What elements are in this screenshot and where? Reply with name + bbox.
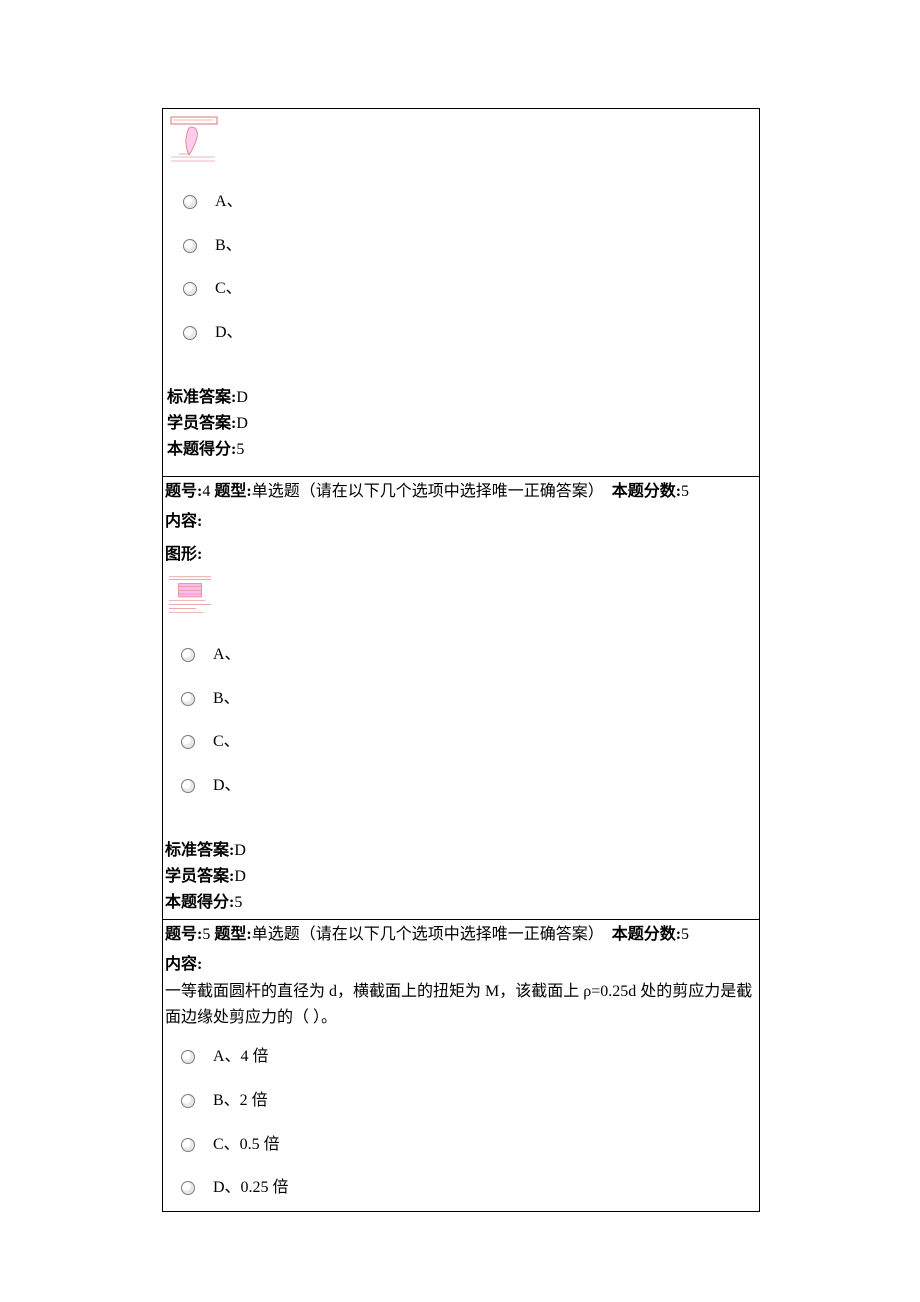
option-a[interactable]: A、4 倍 — [181, 1044, 757, 1070]
question-3-answers: 标准答案:D 学员答案:D 本题得分:5 — [165, 365, 757, 466]
q5-num-label: 题号: — [165, 926, 202, 943]
q4-points-label: 本题分数: — [612, 483, 681, 500]
radio-icon — [181, 779, 195, 793]
question-4-options: A、 B、 C、 D、 — [163, 626, 759, 818]
question-4-header: 题号:4 题型:单选题（请在以下几个选项中选择唯一正确答案） 本题分数:5 — [163, 477, 759, 507]
q4-num: 4 — [202, 483, 210, 500]
option-a-label: A、4 倍 — [213, 1044, 757, 1070]
question-3-figure — [165, 113, 757, 173]
option-d[interactable]: D、 — [181, 773, 757, 799]
student-answer-label: 学员答案: — [167, 415, 236, 432]
q5-points-label: 本题分数: — [612, 926, 681, 943]
radio-icon — [181, 648, 195, 662]
student-answer-value: D — [236, 415, 248, 432]
q5-type-label: 题型: — [214, 926, 251, 943]
option-b-label: B、 — [215, 233, 755, 259]
radio-icon — [181, 1094, 195, 1108]
student-answer-value: D — [234, 868, 246, 885]
question-5-header: 题号:5 题型:单选题（请在以下几个选项中选择唯一正确答案） 本题分数:5 — [163, 920, 759, 950]
question-4-figure — [163, 570, 759, 626]
std-answer-label: 标准答案: — [167, 389, 236, 406]
q4-type: 单选题（请在以下几个选项中选择唯一正确答案） — [252, 483, 604, 500]
radio-icon — [181, 1050, 195, 1064]
option-d-label: D、 — [215, 320, 755, 346]
radio-icon — [181, 735, 195, 749]
question-4-answers: 标准答案:D 学员答案:D 本题得分:5 — [163, 818, 759, 919]
q4-figure-label: 图形: — [163, 542, 759, 570]
student-answer-label: 学员答案: — [165, 868, 234, 885]
radio-icon — [183, 195, 197, 209]
score-label: 本题得分: — [167, 441, 236, 458]
q5-content: 一等截面圆杆的直径为 d，横截面上的扭矩为 M，该截面上 ρ=0.25d 处的剪… — [163, 979, 759, 1036]
option-b-label: B、2 倍 — [213, 1088, 757, 1114]
question-5-options: A、4 倍 B、2 倍 C、0.5 倍 D、0.25 倍 — [163, 1036, 759, 1210]
q5-type: 单选题（请在以下几个选项中选择唯一正确答案） — [252, 926, 604, 943]
q5-points: 5 — [681, 926, 689, 943]
score-value: 5 — [236, 441, 244, 458]
std-answer-value: D — [234, 842, 246, 859]
option-d-label: D、 — [213, 773, 757, 799]
q4-num-label: 题号: — [165, 483, 202, 500]
option-c[interactable]: C、 — [181, 729, 757, 755]
figure-small-diagram-icon — [167, 572, 215, 618]
option-c-label: C、0.5 倍 — [213, 1132, 757, 1158]
option-c[interactable]: C、 — [183, 276, 755, 302]
option-d[interactable]: D、 — [183, 320, 755, 346]
score-value: 5 — [234, 894, 242, 911]
option-a[interactable]: A、 — [183, 189, 755, 215]
q5-content-label: 内容: — [165, 956, 202, 973]
std-answer-label: 标准答案: — [165, 842, 234, 859]
option-b[interactable]: B、 — [181, 686, 757, 712]
option-c-label: C、 — [215, 276, 755, 302]
quiz-table: A、 B、 C、 D、 标准答案:D 学员答案:D 本题得分:5 — [162, 108, 760, 1212]
radio-icon — [183, 326, 197, 340]
option-b[interactable]: B、2 倍 — [181, 1088, 757, 1114]
question-3-body: A、 B、 C、 D、 标准答案:D 学员答案:D 本题得分:5 — [163, 109, 759, 476]
radio-icon — [181, 1138, 195, 1152]
option-a-label: A、 — [213, 642, 757, 668]
q4-points: 5 — [681, 483, 689, 500]
option-b[interactable]: B、 — [183, 233, 755, 259]
option-a-label: A、 — [215, 189, 755, 215]
question-3-options: A、 B、 C、 D、 — [165, 173, 757, 365]
score-label: 本题得分: — [165, 894, 234, 911]
option-a[interactable]: A、 — [181, 642, 757, 668]
q4-type-label: 题型: — [214, 483, 251, 500]
radio-icon — [183, 282, 197, 296]
radio-icon — [181, 1181, 195, 1195]
std-answer-value: D — [236, 389, 248, 406]
radio-icon — [183, 239, 197, 253]
option-c[interactable]: C、0.5 倍 — [181, 1132, 757, 1158]
option-c-label: C、 — [213, 729, 757, 755]
q5-num: 5 — [202, 926, 210, 943]
figure-small-diagram-icon — [169, 115, 219, 165]
q4-content-label: 内容: — [165, 513, 202, 530]
option-b-label: B、 — [213, 686, 757, 712]
option-d-label: D、0.25 倍 — [213, 1175, 757, 1201]
radio-icon — [181, 692, 195, 706]
option-d[interactable]: D、0.25 倍 — [181, 1175, 757, 1201]
